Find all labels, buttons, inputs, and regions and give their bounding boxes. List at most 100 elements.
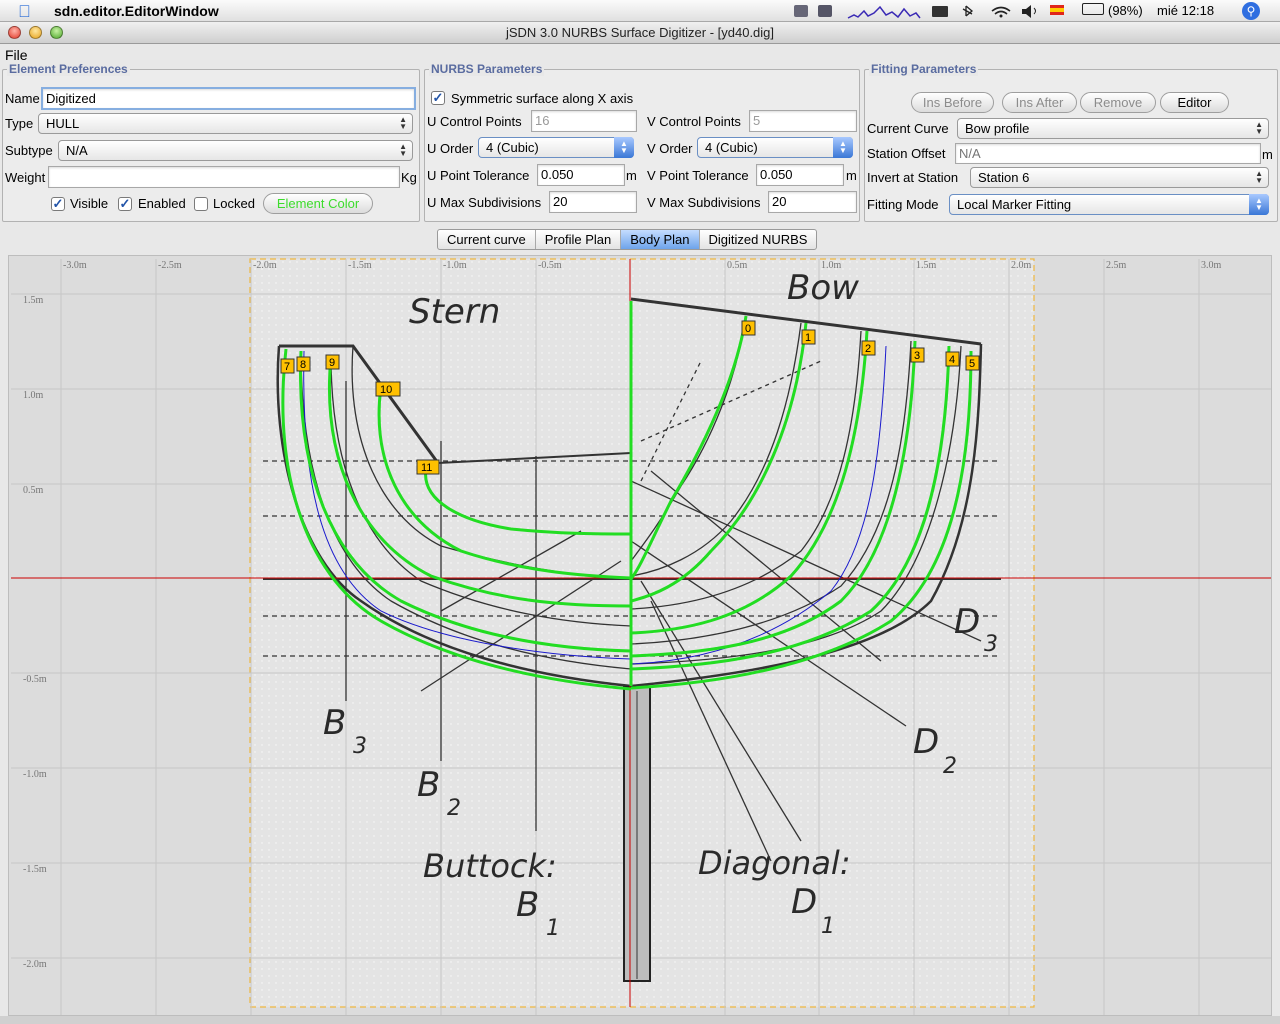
station-marker-10[interactable]: 10: [375, 381, 401, 397]
type-label: Type: [5, 116, 34, 131]
y-tick: -1.0m: [23, 769, 47, 780]
b1-label: B: [516, 885, 539, 925]
horizontal-scrollbar[interactable]: [0, 1016, 1280, 1024]
window-title: jSDN 3.0 NURBS Surface Digitizer - [yd40…: [505, 25, 775, 40]
y-tick: -1.5m: [23, 864, 47, 875]
x-tick: 2.5m: [1106, 260, 1127, 271]
station-marker-3[interactable]: 3: [910, 347, 925, 363]
invert-at-station-select[interactable]: Station 6 ▲ ▼: [970, 167, 1269, 188]
station-marker-label: 0: [745, 323, 751, 335]
v-point-tolerance-field[interactable]: 0.050: [756, 164, 844, 186]
y-tick: 1.0m: [23, 390, 44, 401]
b1-subscript: 1: [546, 916, 560, 941]
x-tick: -2.5m: [158, 260, 182, 271]
u-point-tolerance-field[interactable]: 0.050: [537, 164, 625, 186]
app-menu[interactable]: sdn.editor.EditorWindow: [54, 3, 219, 19]
ins-before-button[interactable]: Ins Before: [911, 92, 994, 113]
station-marker-4[interactable]: 4: [945, 351, 960, 367]
sync-icon: [818, 5, 832, 17]
u-control-points-field[interactable]: 16: [531, 110, 637, 132]
body-plan-drawing[interactable]: -3.0m -2.5m -2.0m -1.5m -1.0m -0.5m 0.5m…: [9, 256, 1272, 1016]
y-tick: 0.5m: [23, 485, 44, 496]
battery-icon[interactable]: [1082, 3, 1104, 15]
tab-profile-plan[interactable]: Profile Plan: [534, 230, 620, 249]
element-color-button[interactable]: Element Color: [263, 193, 373, 214]
station-offset-label: Station Offset: [867, 146, 946, 161]
v-control-points-field[interactable]: 5: [749, 110, 857, 132]
station-marker-label: 2: [865, 343, 871, 355]
x-tick: -3.0m: [63, 260, 87, 271]
clock[interactable]: mié 12:18: [1157, 3, 1214, 18]
system-menubar:  sdn.editor.EditorWindow (98%) mié 12:1…: [0, 0, 1280, 22]
editor-button[interactable]: Editor: [1160, 92, 1229, 113]
v-max-subdivisions-field[interactable]: 20: [768, 191, 857, 213]
tab-current-curve[interactable]: Current curve: [438, 230, 535, 249]
type-select-value: HULL: [46, 116, 80, 131]
b2-label: B: [417, 765, 440, 805]
type-select[interactable]: HULL ▲ ▼: [38, 113, 413, 134]
ins-after-button[interactable]: Ins After: [1002, 92, 1077, 113]
subtype-select[interactable]: N/A ▲ ▼: [58, 140, 413, 161]
spotlight-icon[interactable]: ⚲: [1242, 2, 1260, 20]
view-tabs: Current curve Profile Plan Body Plan Dig…: [437, 229, 818, 250]
fitting-mode-value: Local Marker Fitting: [957, 197, 1072, 212]
apple-menu-icon[interactable]: : [18, 2, 31, 22]
station-marker-label: 8: [300, 359, 306, 371]
diagonal-label: Diagonal:: [698, 844, 851, 882]
station-marker-label: 10: [380, 384, 392, 396]
tab-body-plan[interactable]: Body Plan: [620, 230, 699, 249]
current-curve-select[interactable]: Bow profile ▲ ▼: [957, 118, 1269, 139]
x-tick: -1.5m: [348, 260, 372, 271]
current-curve-label: Current Curve: [867, 121, 949, 136]
station-marker-11[interactable]: 11: [416, 459, 440, 475]
symmetric-checkbox[interactable]: ✓: [431, 91, 445, 105]
chevron-updown-icon: ▲ ▼: [833, 137, 853, 158]
u-max-subdivisions-field[interactable]: 20: [549, 191, 637, 213]
station-marker-8[interactable]: 8: [296, 356, 311, 372]
station-offset-unit: m: [1262, 147, 1273, 162]
u-order-select[interactable]: 4 (Cubic) ▲ ▼: [478, 137, 634, 158]
v-point-tolerance-label: V Point Tolerance: [647, 168, 749, 183]
station-marker-1[interactable]: 1: [801, 329, 816, 345]
y-tick: 1.5m: [23, 295, 44, 306]
x-tick: -0.5m: [538, 260, 562, 271]
fitting-parameters-legend: Fitting Parameters: [869, 62, 979, 76]
station-marker-label: 5: [969, 358, 975, 370]
window-titlebar[interactable]: jSDN 3.0 NURBS Surface Digitizer - [yd40…: [0, 22, 1280, 44]
chevron-updown-icon: ▲ ▼: [614, 137, 634, 158]
weight-field[interactable]: [48, 166, 400, 188]
visible-checkbox[interactable]: ✓: [51, 197, 65, 211]
fitting-mode-label: Fitting Mode: [867, 197, 939, 212]
x-tick: 2.0m: [1011, 260, 1032, 271]
d3-label: D: [954, 602, 980, 642]
chevron-updown-icon: ▲ ▼: [399, 115, 407, 131]
v-order-select[interactable]: 4 (Cubic) ▲ ▼: [697, 137, 853, 158]
weight-label: Weight: [5, 170, 46, 185]
locked-checkbox[interactable]: [194, 197, 208, 211]
v-tolerance-unit: m: [846, 168, 857, 183]
tab-digitized-nurbs[interactable]: Digitized NURBS: [698, 230, 817, 249]
fitting-mode-select[interactable]: Local Marker Fitting ▲ ▼: [949, 194, 1269, 215]
volume-icon: [1022, 5, 1031, 18]
station-marker-5[interactable]: 5: [965, 355, 980, 371]
x-tick: -2.0m: [253, 260, 277, 271]
u-order-value: 4 (Cubic): [486, 140, 539, 155]
u-tolerance-unit: m: [626, 168, 637, 183]
v-control-points-label: V Control Points: [647, 114, 741, 129]
invert-at-station-label: Invert at Station: [867, 170, 959, 185]
station-marker-0[interactable]: 0: [741, 320, 756, 336]
buttock-label: Buttock:: [423, 847, 557, 885]
d3-subscript: 3: [984, 632, 998, 657]
remove-button[interactable]: Remove: [1080, 92, 1156, 113]
wifi-icon: [991, 6, 1011, 15]
station-marker-2[interactable]: 2: [861, 340, 876, 356]
file-menu[interactable]: File: [5, 47, 28, 63]
name-field[interactable]: Digitized: [41, 87, 416, 110]
station-marker-9[interactable]: 9: [325, 354, 340, 370]
station-marker-7[interactable]: 7: [280, 358, 295, 374]
station-offset-field[interactable]: [955, 143, 1261, 164]
enabled-checkbox[interactable]: ✓: [118, 197, 132, 211]
body-plan-canvas[interactable]: -3.0m -2.5m -2.0m -1.5m -1.0m -0.5m 0.5m…: [8, 255, 1272, 1016]
u-control-points-label: U Control Points: [427, 114, 522, 129]
invert-at-station-value: Station 6: [978, 170, 1030, 185]
